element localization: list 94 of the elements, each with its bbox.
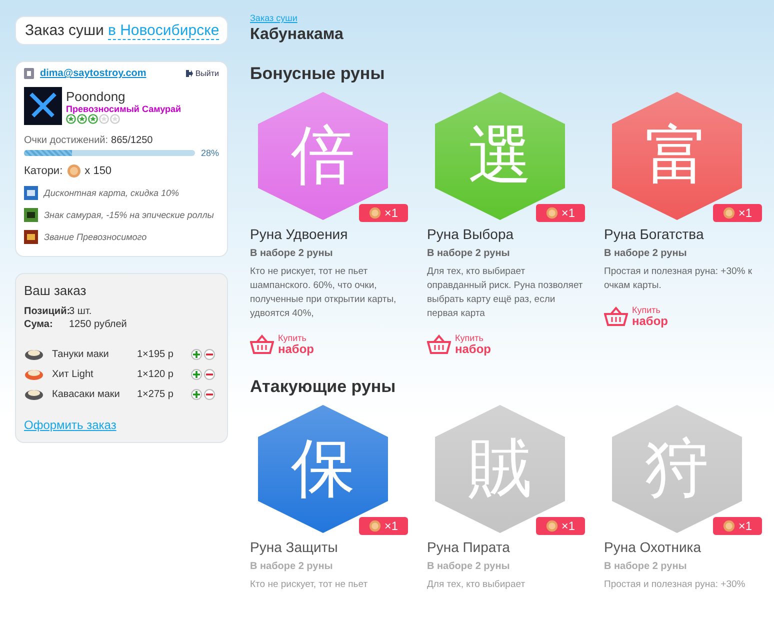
buy-set-link[interactable]: Купить набор <box>604 305 774 327</box>
rune-set-count: В наборе 2 руны <box>250 561 334 572</box>
perk-text: Дисконтная карта, скидка 10% <box>44 188 179 198</box>
empty-star-icon <box>99 114 109 124</box>
item-quantity-price: 1×195 р <box>137 348 174 360</box>
coin-icon <box>546 520 558 532</box>
coin-icon <box>369 207 382 219</box>
minus-icon <box>206 390 213 398</box>
price-badge: ×1 <box>359 204 408 222</box>
exit-icon <box>186 70 194 77</box>
rune-name: Руна Охотника <box>604 539 702 555</box>
sum-value: 1250 рублей <box>69 319 128 330</box>
email-link[interactable]: dima@saytostroy.com <box>40 68 180 79</box>
rune-set-count: В наборе 2 руны <box>250 248 334 259</box>
item-name: Хит Light <box>52 368 94 380</box>
points-label: Очки достижений: <box>24 135 108 146</box>
coin-icon <box>723 520 736 532</box>
logout-link[interactable]: Выйти <box>186 69 219 78</box>
breadcrumb-link[interactable]: Заказ суши <box>250 13 770 23</box>
item-name: Кавасаки маки <box>52 388 121 400</box>
remove-button[interactable] <box>204 388 215 400</box>
coin-icon <box>66 164 81 178</box>
filled-star-icon <box>77 114 87 124</box>
rune-set-count: В наборе 2 руны <box>427 561 511 572</box>
checkout-link[interactable]: Оформить заказ <box>24 418 116 432</box>
rune-name: Руна Богатства <box>604 226 705 242</box>
rune-description: Простая и полезная руна: +30% к очкам карты. <box>604 265 754 293</box>
basket-icon <box>250 334 274 354</box>
buy-set-link[interactable]: Купить набор <box>427 333 604 355</box>
item-quantity-price: 1×120 р <box>137 368 174 380</box>
positions-label: Позиций: <box>24 306 69 317</box>
currency-label: Катори: <box>24 165 63 177</box>
page-title: Кабунакама <box>250 26 344 44</box>
rune-glyph: 富 <box>645 124 709 188</box>
section-title: Атакующие руны <box>250 377 397 397</box>
add-button[interactable] <box>191 388 202 400</box>
price-badge: ×1 <box>713 517 762 535</box>
rune-description: Простая и полезная руна: +30% <box>604 578 746 592</box>
site-title: Заказ суши <box>25 22 104 39</box>
coin-icon <box>546 207 558 219</box>
perk-text: Знак самурая, -15% на эпические роллы <box>44 210 214 220</box>
price-badge: ×1 <box>536 204 585 222</box>
empty-star-icon <box>110 114 120 124</box>
minus-icon <box>206 370 213 378</box>
rune-glyph: 倍 <box>291 124 355 188</box>
shrimp-sushi-icon <box>24 367 44 381</box>
rune-set-count: В наборе 2 руны <box>427 248 511 259</box>
sushi-roll-icon <box>24 387 44 401</box>
rune-name: Руна Удвоения <box>250 226 349 242</box>
lock-icon <box>24 68 34 79</box>
price-badge: ×1 <box>713 204 762 222</box>
plus-icon <box>193 350 200 358</box>
user-rank: Превозносимый Самурай <box>66 104 182 114</box>
currency-amount: x 150 <box>84 165 112 177</box>
price-badge: ×1 <box>536 517 585 535</box>
coin-icon <box>369 520 382 532</box>
filled-star-icon <box>88 114 98 124</box>
section-title: Бонусные руны <box>250 64 386 84</box>
coin-icon <box>723 207 736 219</box>
order-title: Ваш заказ <box>24 283 86 298</box>
card-icon <box>24 186 38 200</box>
remove-button[interactable] <box>204 368 215 380</box>
user-name: Poondong <box>66 88 126 104</box>
price-badge: ×1 <box>359 517 408 535</box>
sum-label: Сума: <box>24 319 54 330</box>
rune-description: Для тех, кто выбирает <box>427 578 526 592</box>
positions-value: 3 шт. <box>69 306 93 317</box>
buy-set-link[interactable]: Купить набор <box>250 333 427 355</box>
city-link[interactable]: в Новосибирске <box>108 22 220 40</box>
rune-name: Руна Пирата <box>427 539 511 555</box>
rune-set-count: В наборе 2 руны <box>604 561 688 572</box>
plus-icon <box>193 390 200 398</box>
perk-text: Звание Превозносимого <box>44 232 147 242</box>
basket-icon <box>604 306 628 326</box>
rune-description: Кто не рискует, тот не пьет <box>250 578 369 592</box>
rune-description: Для тех, кто выбирает оправданный риск. Руна позволяет выбрать карту ещё раз, если первая карта <box>427 265 584 321</box>
item-quantity-price: 1×275 р <box>137 388 174 400</box>
minus-icon <box>206 350 213 358</box>
add-button[interactable] <box>191 368 202 380</box>
sushi-roll-icon <box>24 347 44 361</box>
basket-icon <box>427 334 451 354</box>
filled-star-icon <box>66 114 76 124</box>
points-value: 865/1250 <box>111 135 153 146</box>
rune-glyph: 保 <box>291 437 355 501</box>
rune-description: Кто не рискует, тот не пьет шампанского. 60%, что очки, полученные при открытии карты, удвоятся 40%, <box>250 265 398 321</box>
item-name: Тануки маки <box>52 348 110 360</box>
rune-glyph: 選 <box>468 124 532 188</box>
rune-name: Руна Выбора <box>427 226 515 242</box>
rune-name: Руна Защиты <box>250 539 339 555</box>
remove-button[interactable] <box>204 348 215 360</box>
plus-icon <box>193 370 200 378</box>
add-button[interactable] <box>191 348 202 360</box>
rune-set-count: В наборе 2 руны <box>604 248 688 259</box>
progress-percent: 28% <box>200 148 219 158</box>
